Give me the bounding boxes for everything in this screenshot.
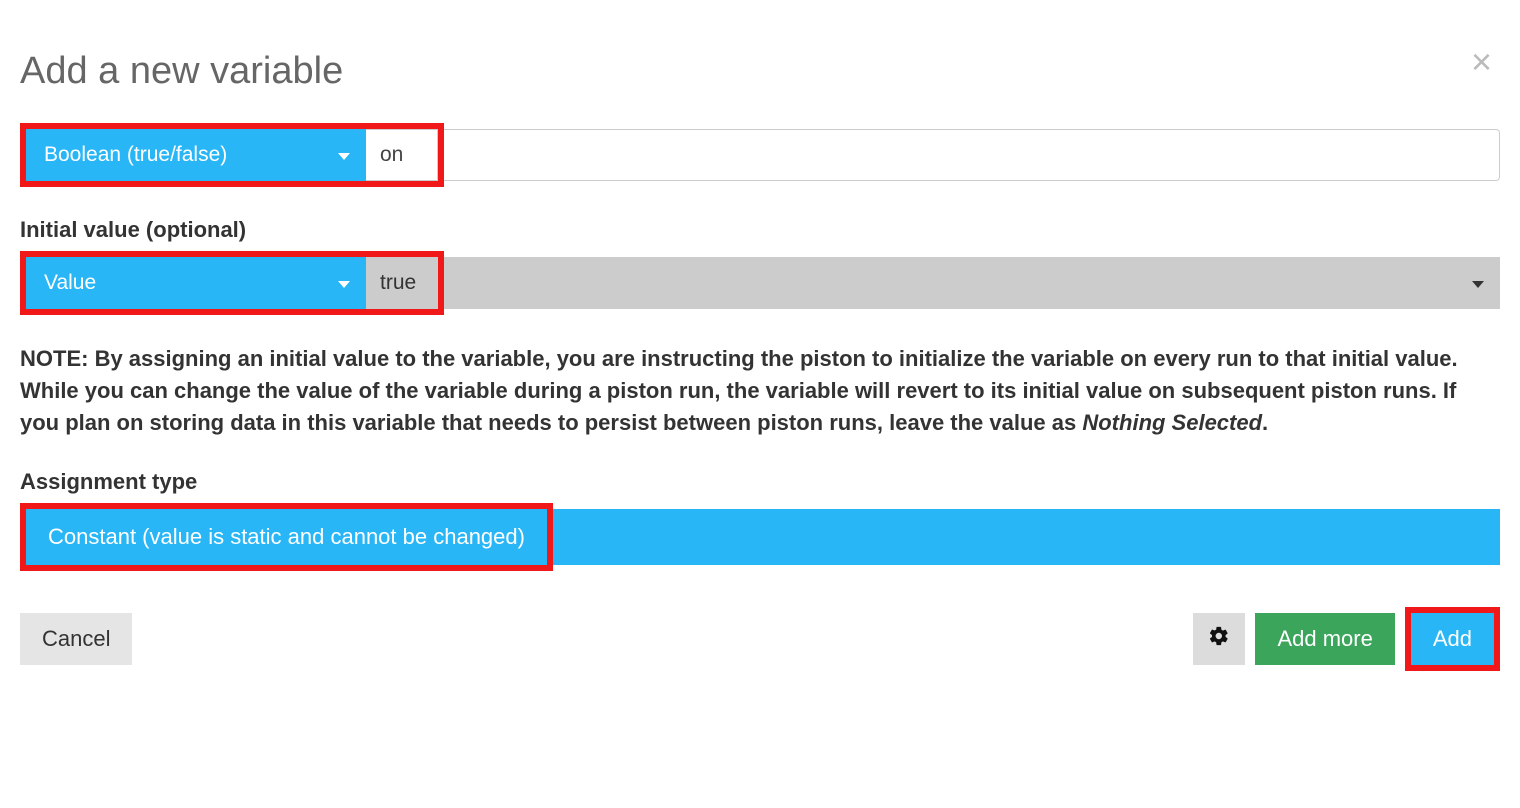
- note-em: Nothing Selected: [1082, 410, 1262, 435]
- initial-value-label: Initial value (optional): [20, 217, 1500, 243]
- variable-name-value: on: [380, 143, 403, 167]
- assignment-type-row: Constant (value is static and cannot be …: [20, 503, 1500, 571]
- note-suffix: .: [1262, 410, 1268, 435]
- assignment-type-select[interactable]: [553, 509, 1500, 565]
- assignment-type-select-left[interactable]: Constant (value is static and cannot be …: [26, 509, 547, 565]
- add-button-label: Add: [1433, 626, 1472, 652]
- initial-value-value-label: true: [380, 271, 416, 295]
- caret-down-icon: [338, 153, 350, 160]
- cancel-button-label: Cancel: [42, 626, 110, 652]
- variable-name-input-continuation[interactable]: [444, 129, 1500, 181]
- note-text: NOTE: By assigning an initial value to t…: [20, 343, 1500, 439]
- settings-button[interactable]: [1193, 613, 1245, 665]
- highlight-type-and-name: Boolean (true/false) on: [20, 123, 444, 187]
- caret-down-icon: [338, 281, 350, 288]
- initial-value-mode-label: Value: [44, 271, 96, 295]
- dialog-title: Add a new variable: [20, 50, 1500, 93]
- type-and-name-row: Boolean (true/false) on: [20, 123, 1500, 187]
- add-more-button[interactable]: Add more: [1255, 613, 1394, 665]
- highlight-initial-value: Value true: [20, 251, 444, 315]
- add-more-button-label: Add more: [1277, 626, 1372, 652]
- initial-value-value-select-left[interactable]: true: [366, 257, 438, 309]
- add-button[interactable]: Add: [1411, 613, 1494, 665]
- gear-icon: [1208, 625, 1230, 653]
- assignment-type-value: Constant (value is static and cannot be …: [48, 524, 525, 550]
- highlight-assignment-type: Constant (value is static and cannot be …: [20, 503, 553, 571]
- add-variable-dialog: × Add a new variable Boolean (true/false…: [20, 50, 1500, 671]
- note-prefix: NOTE:: [20, 346, 88, 371]
- dialog-footer: Cancel Add more Add: [20, 607, 1500, 671]
- initial-value-mode-select[interactable]: Value: [26, 257, 366, 309]
- variable-type-label: Boolean (true/false): [44, 143, 227, 167]
- close-icon[interactable]: ×: [1471, 44, 1492, 80]
- assignment-type-label: Assignment type: [20, 469, 1500, 495]
- variable-name-input[interactable]: on: [366, 129, 438, 181]
- cancel-button[interactable]: Cancel: [20, 613, 132, 665]
- highlight-add-button: Add: [1405, 607, 1500, 671]
- caret-down-icon: [1472, 281, 1484, 288]
- variable-type-select[interactable]: Boolean (true/false): [26, 129, 366, 181]
- initial-value-row: Value true: [20, 251, 1500, 315]
- initial-value-value-select[interactable]: [444, 257, 1500, 309]
